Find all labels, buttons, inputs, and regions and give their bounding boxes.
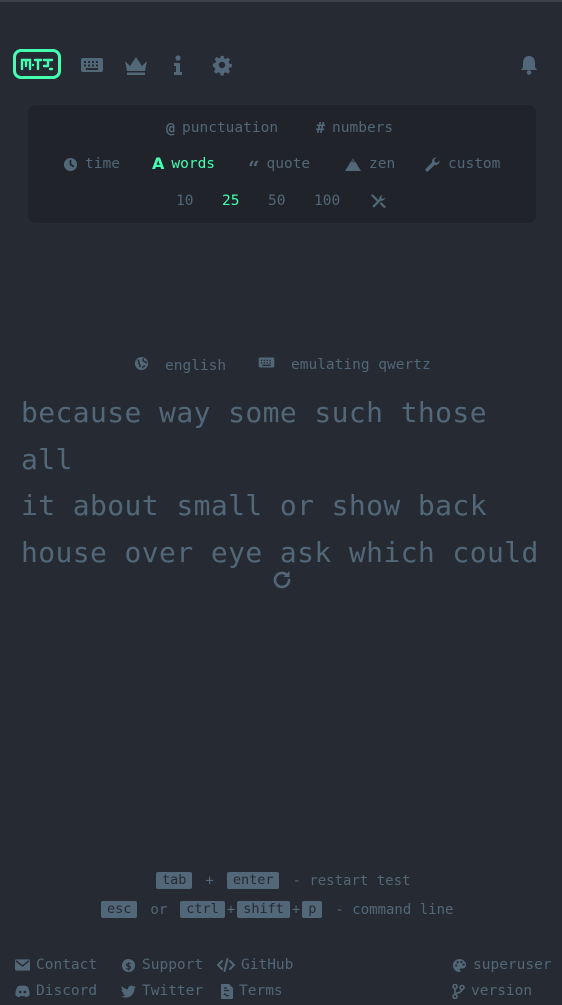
key-esc: esc — [101, 901, 138, 918]
code-icon — [217, 958, 235, 972]
mode-quote-label: quote — [266, 156, 311, 172]
mode-time-label: time — [85, 156, 120, 172]
font-a-icon: A — [152, 154, 165, 173]
or-text: or — [150, 901, 168, 918]
info-icon[interactable] — [168, 54, 192, 76]
footer-theme[interactable]: superuser — [452, 957, 552, 973]
footer-version-label: version — [471, 983, 533, 999]
bell-icon[interactable] — [518, 54, 542, 76]
tools-icon — [370, 193, 387, 210]
mode-time[interactable]: time — [63, 156, 120, 172]
footer-contact[interactable]: Contact — [15, 957, 97, 973]
footer-github-label: GitHub — [241, 957, 294, 973]
svg-text:$: $ — [125, 961, 132, 972]
word-count-50[interactable]: 50 — [268, 193, 285, 209]
plus-text: + — [205, 872, 214, 889]
clock-icon — [63, 157, 78, 172]
palette-icon — [452, 958, 467, 972]
word-count-25[interactable]: 25 — [222, 193, 239, 209]
word-count-label: 25 — [222, 193, 240, 209]
layout-emulator-indicator[interactable]: emulating qwertz — [258, 356, 431, 373]
punctuation-toggle[interactable]: @ punctuation — [166, 120, 278, 136]
footer-discord[interactable]: Discord — [15, 983, 97, 999]
twitter-icon — [121, 985, 136, 998]
mode-quote[interactable]: “ quote — [248, 155, 311, 180]
mode-custom-label: custom — [448, 156, 501, 172]
layout-label: emulating qwertz — [291, 356, 431, 373]
footer-github[interactable]: GitHub — [217, 957, 293, 973]
key-enter: enter — [226, 872, 280, 889]
word-count-label: 100 — [314, 193, 341, 209]
discord-icon — [15, 985, 30, 997]
wrench-icon — [425, 156, 441, 172]
numbers-label: numbers — [332, 120, 394, 136]
plus-text: + — [226, 901, 236, 918]
quote-icon: “ — [248, 155, 260, 180]
numbers-toggle[interactable]: # numbers — [316, 120, 393, 136]
custom-count-button[interactable] — [370, 193, 387, 210]
footer-terms-label: Terms — [239, 983, 283, 999]
key-ctrl: ctrl — [180, 901, 225, 918]
key-tab: tab — [156, 872, 193, 889]
redo-icon — [273, 571, 291, 589]
mode-custom[interactable]: custom — [425, 156, 500, 172]
test-config-bar: @ punctuation # numbers time A words “ q… — [28, 105, 536, 223]
mode-words[interactable]: A words — [152, 154, 216, 173]
code-branch-icon — [452, 983, 465, 999]
monkeytype-logo-icon — [20, 58, 54, 71]
language-label: english — [165, 357, 227, 374]
word-line: it about small or show back — [21, 489, 487, 522]
word-line: because way some such those all — [21, 396, 487, 476]
command-hint-text: - command line — [335, 901, 454, 918]
key-p: p — [302, 901, 323, 918]
word-count-100[interactable]: 100 — [314, 193, 340, 209]
footer-theme-label: superuser — [473, 957, 552, 973]
restart-button[interactable] — [270, 568, 294, 592]
plus-text: + — [291, 901, 301, 918]
keyboard-icon[interactable] — [80, 54, 104, 76]
envelope-icon — [15, 959, 30, 971]
crown-icon[interactable] — [123, 54, 147, 76]
key-shift: shift — [237, 901, 290, 918]
gear-icon[interactable] — [210, 54, 234, 76]
donate-icon: $ — [121, 958, 136, 972]
footer-version[interactable]: version — [452, 983, 532, 999]
words-area[interactable]: because way some such those all it about… — [21, 390, 551, 576]
file-contract-icon — [221, 983, 233, 999]
footer-terms[interactable]: Terms — [221, 983, 283, 999]
at-icon: @ — [166, 118, 176, 137]
footer-twitter[interactable]: Twitter — [121, 983, 203, 999]
mode-zen[interactable]: zen — [344, 156, 395, 172]
restart-hint-text: - restart test — [292, 872, 411, 889]
word-count-label: 10 — [176, 193, 194, 209]
restart-hint: tab + enter - restart test — [156, 872, 410, 889]
keyboard-icon — [258, 356, 275, 373]
command-line-hint: esc or ctrl + shift + p - command line — [101, 901, 453, 918]
word-count-10[interactable]: 10 — [176, 193, 193, 209]
mode-zen-label: zen — [369, 156, 396, 172]
language-button[interactable]: english — [134, 356, 226, 375]
punctuation-label: punctuation — [182, 120, 279, 136]
logo[interactable] — [13, 49, 61, 79]
mode-words-label: words — [171, 156, 216, 172]
footer-contact-label: Contact — [36, 957, 98, 973]
mountain-icon — [344, 157, 362, 172]
globe-icon — [134, 356, 149, 375]
hash-icon: # — [316, 118, 326, 137]
word-count-label: 50 — [268, 193, 286, 209]
footer-discord-label: Discord — [36, 983, 98, 999]
footer-support[interactable]: $ Support — [121, 957, 203, 973]
footer-support-label: Support — [142, 957, 204, 973]
footer-twitter-label: Twitter — [142, 983, 204, 999]
